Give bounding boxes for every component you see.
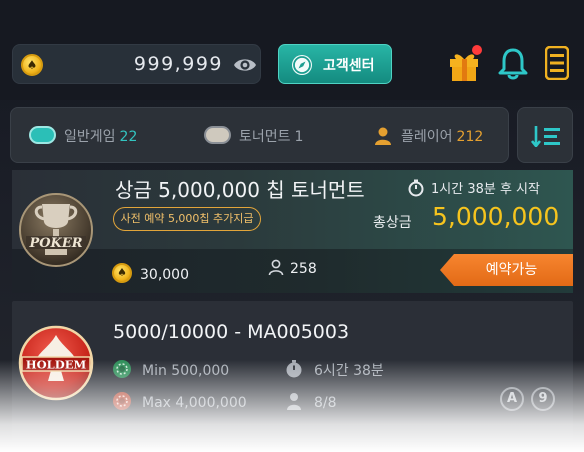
max-seats-badge: 9 [531, 387, 555, 411]
seat-count: 8/8 [284, 391, 337, 411]
seat-count-text: 8/8 [314, 395, 337, 411]
coin-icon: ♠ [21, 54, 43, 76]
total-prize-value: 5,000,000 [432, 202, 560, 231]
wallet-balance: ♠ 999,999 [12, 44, 261, 84]
tab-count: 22 [119, 129, 138, 145]
tab-label: 토너먼트 [239, 129, 291, 145]
max-buyin-text: Max 4,000,000 [142, 395, 247, 411]
tab-tournament[interactable]: 토너먼트 1 [204, 126, 303, 146]
tab-general-game[interactable]: 일반게임 22 [29, 126, 137, 146]
tab-count: 1 [294, 129, 304, 145]
table-type-badge: A [500, 387, 524, 411]
table-time: 6시간 38분 [284, 359, 384, 380]
players-count: 258 [290, 261, 317, 277]
registered-players: 258 [268, 259, 317, 277]
pre-reservation-bonus-badge: 사전 예약 5,000칩 추가지급 [113, 207, 261, 231]
table-title: 5000/10000 - MA005003 [113, 321, 350, 343]
eye-icon[interactable] [233, 54, 257, 76]
buyin-amount: ♠ 30,000 [112, 259, 189, 283]
customer-center-label: 고객센터 [323, 58, 375, 74]
stopwatch-icon [286, 360, 302, 378]
tournament-title: 상금 5,000,000 칩 토너먼트 [115, 178, 365, 202]
person-outline-icon [268, 259, 284, 276]
svg-text:POKER: POKER [28, 236, 82, 251]
total-prize-label: 총상금 [373, 215, 412, 231]
sort-icon [531, 126, 560, 147]
sort-button[interactable] [517, 107, 573, 163]
table-time-text: 6시간 38분 [314, 363, 384, 379]
start-countdown-text: 1시간 38분 후 시작 [431, 182, 540, 197]
min-buyin-text: Min 500,000 [142, 363, 230, 379]
tab-count: 212 [456, 129, 484, 145]
gift-icon[interactable] [447, 44, 483, 82]
svg-text:HOLDEM: HOLDEM [26, 358, 87, 372]
toggle-on-icon [29, 126, 56, 144]
coin-icon: ♠ [112, 263, 132, 283]
customer-center-button[interactable]: 고객센터 [278, 44, 392, 84]
tab-player[interactable]: 플레이어 212 [373, 126, 483, 146]
bell-icon[interactable] [496, 45, 530, 81]
min-buyin: Min 500,000 [112, 359, 229, 379]
poker-trophy-logo: POKER [19, 193, 93, 267]
holdem-table-card[interactable]: HOLDEM 5000/10000 - MA005003 Min 500,000… [12, 301, 573, 441]
tournament-card[interactable]: POKER 상금 5,000,000 칩 토너먼트 1시간 38분 후 시작 사… [12, 170, 573, 293]
balance-amount: 999,999 [133, 53, 223, 75]
holdem-logo: HOLDEM [18, 325, 94, 401]
max-buyin: Max 4,000,000 [112, 391, 247, 411]
green-chip-icon [113, 360, 131, 378]
compass-icon [292, 55, 312, 75]
top-bar: ♠ 999,999 고객센터 [0, 0, 584, 100]
stopwatch-icon [408, 179, 424, 197]
tab-label: 일반게임 [64, 129, 116, 145]
notification-dot [472, 45, 482, 55]
buyin-value: 30,000 [140, 267, 189, 283]
lobby-screen: ♠ 999,999 고객센터 일반게임 22 토너먼트 1 플레이어 212 P… [0, 0, 584, 452]
start-countdown: 1시간 38분 후 시작 [407, 178, 540, 197]
menu-list-icon[interactable] [545, 46, 569, 80]
red-chip-icon [113, 392, 131, 410]
player-icon [375, 127, 391, 145]
reserve-button[interactable]: 예약가능 [440, 254, 573, 286]
game-filter-bar: 일반게임 22 토너먼트 1 플레이어 212 [10, 107, 509, 163]
person-icon [287, 393, 301, 410]
toggle-off-icon [204, 126, 231, 144]
tab-label: 플레이어 [401, 129, 453, 145]
